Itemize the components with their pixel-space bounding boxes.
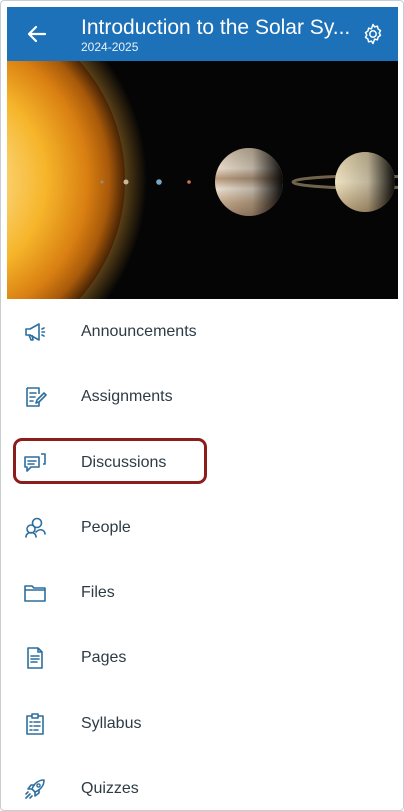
nav-item-label: Syllabus bbox=[81, 714, 142, 732]
arrow-left-icon bbox=[27, 25, 47, 43]
nav-item-people[interactable]: People bbox=[7, 495, 398, 560]
app-frame: Introduction to the Solar Sy... 2024-202… bbox=[0, 0, 404, 811]
nav-item-label: Announcements bbox=[81, 323, 197, 340]
nav-item-label: People bbox=[81, 518, 131, 536]
page-icon bbox=[23, 646, 47, 670]
course-nav-menu: Announcements Assignments Discussions Pe… bbox=[7, 299, 398, 810]
nav-item-assignments[interactable]: Assignments bbox=[7, 364, 398, 429]
megaphone-icon bbox=[23, 320, 47, 344]
nav-item-label: Discussions bbox=[81, 453, 167, 471]
nav-item-quizzes[interactable]: Quizzes bbox=[7, 756, 398, 810]
nav-item-pages[interactable]: Pages bbox=[7, 625, 398, 690]
nav-item-label: Assignments bbox=[81, 388, 173, 406]
discussion-icon bbox=[23, 451, 47, 475]
gear-icon bbox=[364, 23, 382, 45]
nav-item-files[interactable]: Files bbox=[7, 560, 398, 625]
nav-item-label: Pages bbox=[81, 649, 127, 667]
rocket-icon bbox=[23, 777, 47, 801]
settings-button[interactable] bbox=[361, 22, 385, 46]
assignment-icon bbox=[23, 385, 47, 409]
folder-icon bbox=[23, 581, 47, 605]
nav-item-label: Files bbox=[81, 584, 115, 602]
solar-system-image bbox=[7, 61, 398, 299]
app-bar: Introduction to the Solar Sy... 2024-202… bbox=[7, 7, 398, 61]
syllabus-icon bbox=[23, 712, 47, 736]
course-title: Introduction to the Solar Sy... bbox=[81, 16, 351, 39]
nav-item-discussions[interactable]: Discussions bbox=[7, 430, 398, 495]
nav-item-syllabus[interactable]: Syllabus bbox=[7, 691, 398, 756]
course-term: 2024-2025 bbox=[81, 40, 139, 54]
nav-item-announcements[interactable]: Announcements bbox=[7, 299, 398, 364]
nav-item-label: Quizzes bbox=[81, 780, 139, 798]
course-banner-image bbox=[7, 61, 398, 299]
people-icon bbox=[23, 516, 47, 540]
back-button[interactable] bbox=[25, 22, 49, 46]
